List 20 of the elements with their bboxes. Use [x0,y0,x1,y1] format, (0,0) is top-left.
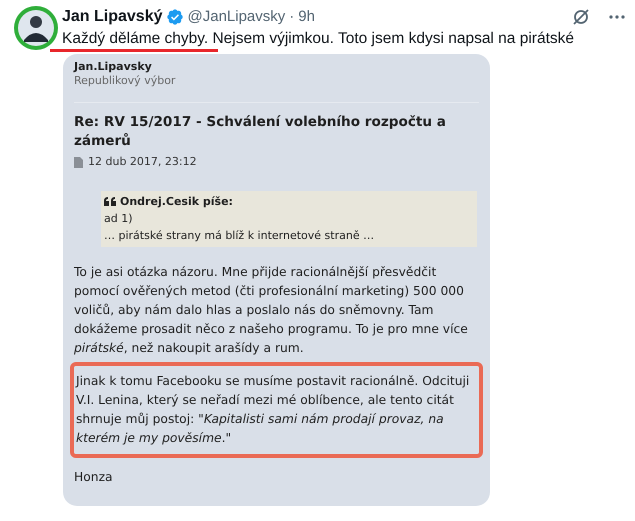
forum-signature: Honza [74,469,114,486]
quote-author: Ondrej.Cesik píše: [120,194,233,210]
quote-line: ad 1) [104,211,134,227]
quote-line: … pirátské strany má blíž k internetové straně … [104,228,376,244]
more-icon[interactable] [609,15,625,19]
forum-paragraph: To je asi otázka názoru. Mne přijde racionálnější přesvědčit pomocí ověřených metod (čti profesionální marketing) 500 000 voličů, aby nám dalo hlas a poslalo nás do sněmovny. Tam dokážeme prosadit něco z našeho programu. To je pro mne více pirátské, než nakoupit arašídy a rum. [74,264,469,357]
slashed-circle-icon[interactable] [571,7,591,27]
author-name[interactable]: Jan Lipavský [62,5,162,29]
separator: · [289,6,294,27]
forum-post-date: 12 dub 2017, 23:12 [88,154,197,170]
document-icon [74,156,83,168]
avatar[interactable] [14,6,58,50]
forum-paragraph: Jinak k tomu Facebooku se musíme postavit racionálně. Odcituji V.I. Lenina, který se neřadí mezi mé oblíbence, ale tento citát shrnuje můj postoj: "Kapitalisti sami nám prodají provaz, na kterém je my pověsíme." [76,373,470,447]
quote-icon [104,197,116,206]
forum-post-title: Re: RV 15/2017 - Schválení volebního rozpočtu a zámerů [74,113,447,151]
forum-author: Jan.Lipavsky [74,60,153,74]
tweet-text: Každý děláme chyby. Nejsem výjimkou. Toto jsem kdysi napsal na pirátské [62,30,574,48]
forum-role: Republikový výbor [74,74,176,88]
post-time[interactable]: 9h [298,6,315,28]
author-handle[interactable]: @JanLipavsky [188,6,286,28]
